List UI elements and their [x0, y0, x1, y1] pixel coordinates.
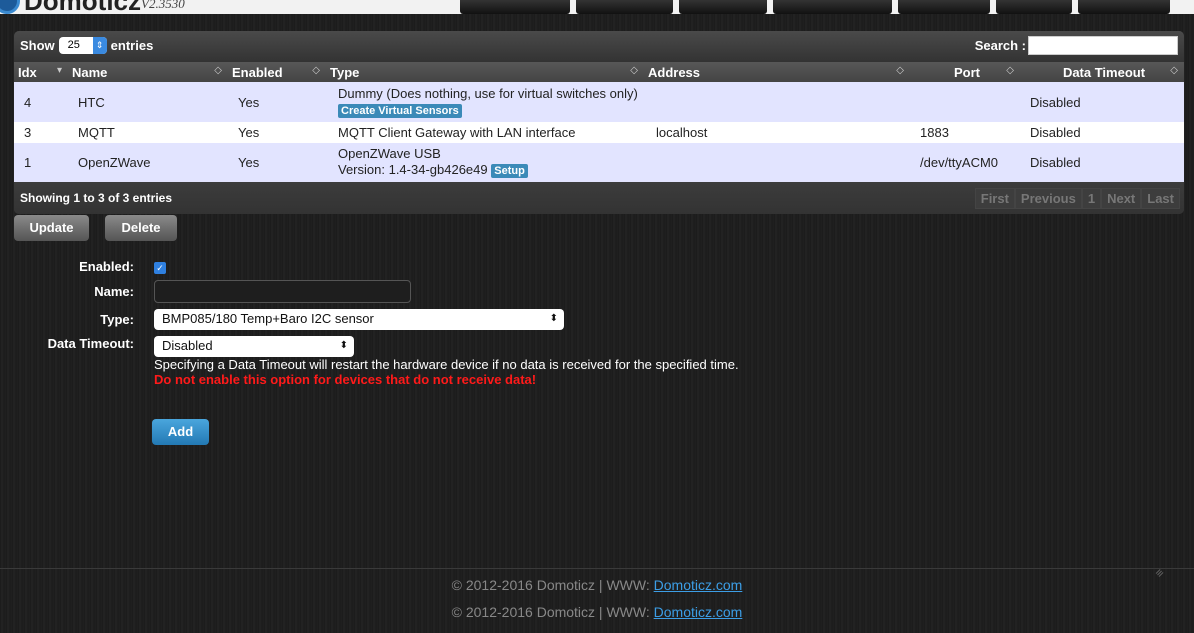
add-button[interactable]: Add — [152, 419, 209, 445]
logo-text: Domoticz — [24, 0, 141, 14]
column-header-data-timeout[interactable]: Data Timeout ◇ — [1020, 62, 1184, 82]
select-arrows-icon: ⇕ — [92, 37, 107, 54]
update-button[interactable]: Update — [14, 215, 89, 241]
pagination: First Previous 1 Next Last — [974, 188, 1180, 209]
show-label: Show — [20, 38, 55, 53]
sort-icon: ◇ — [214, 65, 222, 76]
enabled-label: Enabled: — [79, 259, 134, 274]
select-arrows-icon: ⬍ — [339, 340, 348, 351]
data-timeout-help: Specifying a Data Timeout will restart t… — [154, 357, 739, 372]
data-timeout-warning: Do not enable this option for devices th… — [154, 372, 537, 387]
app-header: Domoticz V2.3530 — [0, 0, 1194, 14]
table-footer: Showing 1 to 3 of 3 entries First Previo… — [14, 182, 1184, 214]
table-row[interactable]: 3 MQTT Yes MQTT Client Gateway with LAN in… — [14, 122, 1184, 143]
version-label: V2.3530 — [141, 0, 185, 11]
sort-icon: ◇ — [630, 65, 638, 76]
page-next[interactable]: Next — [1101, 188, 1142, 209]
search-label: Search : — [974, 38, 1026, 53]
sort-icon: ◇ — [1006, 65, 1014, 76]
footer-divider — [0, 568, 1194, 569]
column-header-enabled[interactable]: Enabled ◇ — [228, 62, 326, 82]
sort-desc-icon: ▾ — [56, 65, 62, 76]
select-arrows-icon: ⬍ — [549, 313, 558, 324]
type-label: Type: — [100, 312, 134, 327]
column-header-type[interactable]: Type ◇ — [326, 62, 644, 82]
logo-icon — [0, 0, 20, 14]
nav-tab-1[interactable] — [460, 0, 570, 14]
sort-icon: ◇ — [896, 65, 904, 76]
nav-tab-3[interactable] — [679, 0, 767, 14]
column-header-name[interactable]: Name ◇ — [68, 62, 228, 82]
page-previous[interactable]: Previous — [1014, 188, 1082, 209]
hardware-table: Idx ▾ Name ◇ Enabled ◇ Type ◇ Address ◇ Port ◇… — [14, 62, 1184, 182]
entries-select[interactable]: 25 ⇕ — [58, 37, 107, 54]
nav-tab-5[interactable] — [898, 0, 990, 14]
sort-icon: ◇ — [1170, 65, 1178, 76]
type-select[interactable]: BMP085/180 Temp+Baro I2C sensor ⬍ — [154, 309, 564, 330]
table-row[interactable]: 1 OpenZWave Yes OpenZWave USB Version: 1.4-… — [14, 143, 1184, 182]
column-header-idx[interactable]: Idx ▾ — [14, 62, 68, 82]
data-timeout-label: Data Timeout: — [47, 336, 134, 351]
create-virtual-sensors-button[interactable]: Create Virtual Sensors — [338, 103, 462, 118]
logo[interactable]: Domoticz V2.3530 — [0, 0, 185, 14]
page-1[interactable]: 1 — [1081, 188, 1102, 209]
column-header-port[interactable]: Port ◇ — [910, 62, 1020, 82]
search-input[interactable] — [1028, 36, 1178, 55]
name-input[interactable] — [154, 280, 411, 303]
footer-duplicate: © 2012-2016 Domoticz | WWW: Domoticz.com — [451, 604, 743, 620]
delete-button[interactable]: Delete — [105, 215, 177, 241]
page-first[interactable]: First — [974, 188, 1015, 209]
footer-link[interactable]: Domoticz.com — [654, 577, 743, 593]
footer-link[interactable]: Domoticz.com — [654, 604, 743, 620]
column-header-address[interactable]: Address ◇ — [644, 62, 910, 82]
page-last[interactable]: Last — [1141, 188, 1180, 209]
setup-button[interactable]: Setup — [491, 164, 528, 178]
nav-tab-4[interactable] — [773, 0, 892, 14]
entries-label: entries — [110, 38, 154, 53]
data-timeout-select[interactable]: Disabled ⬍ — [154, 336, 354, 357]
sort-icon: ◇ — [312, 65, 320, 76]
table-row[interactable]: 4 HTC Yes Dummy (Does nothing, use for vir… — [14, 82, 1184, 122]
nav-tab-2[interactable] — [576, 0, 673, 14]
table-info: Showing 1 to 3 of 3 entries — [20, 191, 173, 205]
nav-tab-6[interactable] — [996, 0, 1072, 14]
footer: © 2012-2016 Domoticz | WWW: Domoticz.com — [451, 577, 743, 593]
enabled-checkbox[interactable]: ✓ — [154, 262, 166, 274]
nav-tab-7[interactable] — [1078, 0, 1170, 14]
hardware-table-panel: Show 25 ⇕ entries Search : Idx ▾ Name ◇ Ena… — [14, 31, 1184, 214]
table-toolbar: Show 25 ⇕ entries Search : — [14, 31, 1184, 62]
name-label: Name: — [94, 284, 134, 299]
